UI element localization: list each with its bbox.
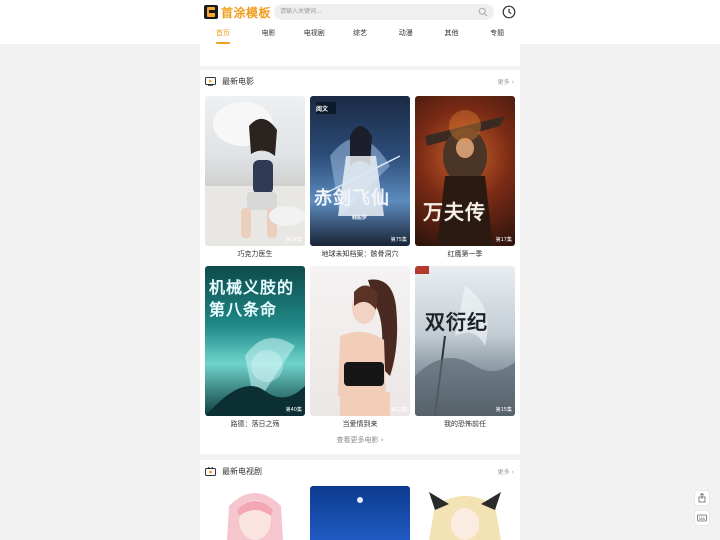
more-link[interactable]: 更多 ›	[498, 78, 514, 88]
movie-card[interactable]: 阅文 赤剑飞仙 韩甜梦 第75集 地球未知档案：骸骨洞穴	[310, 96, 410, 262]
movie-card[interactable]: 双衍纪 第15集 我的恐怖前任	[415, 266, 515, 432]
logo[interactable]: 首涂模板	[204, 4, 271, 20]
poster-brand: 阅文	[316, 106, 329, 113]
history-clock-icon[interactable]	[502, 5, 516, 19]
poster-title-line-2: 第八条命	[209, 300, 278, 319]
episode-badge: 第75集	[390, 237, 407, 243]
tv-poster[interactable]	[310, 486, 410, 540]
poster-title-text: 万夫传	[423, 200, 486, 224]
movie-poster[interactable]: 万夫传 第17集	[415, 96, 515, 246]
movie-poster[interactable]: 双衍纪 第15集	[415, 266, 515, 416]
poster-title-text: 双衍纪	[425, 310, 488, 334]
episode-badge: 第34集	[285, 237, 302, 243]
movie-title[interactable]: 巧克力医生	[205, 248, 305, 260]
episode-badge: 第12集	[390, 407, 407, 413]
movie-card[interactable]: 万夫传 第17集 红鹰第一季	[415, 96, 515, 262]
header: 首涂模板 请输入关键词... 首页 电影 电视剧 综艺 动漫 其他 专题	[0, 0, 720, 44]
more-label: 更多	[497, 469, 510, 476]
movie-title[interactable]: 当爱情到来	[310, 418, 410, 430]
movie-title[interactable]: 路德：落日之殇	[205, 418, 305, 430]
poster-art	[316, 102, 401, 216]
poster-art	[429, 492, 501, 540]
movie-title[interactable]: 我的恐怖前任	[415, 418, 515, 430]
nav-item-tv[interactable]: 电视剧	[291, 26, 337, 44]
main-nav: 首页 电影 电视剧 综艺 动漫 其他 专题	[200, 26, 520, 44]
top-card	[200, 44, 520, 66]
nav-item-home[interactable]: 首页	[200, 26, 246, 44]
nav-item-topics[interactable]: 专题	[474, 26, 520, 44]
tv-icon	[205, 467, 216, 476]
section-header: 最新电视剧 更多 ›	[200, 460, 520, 484]
more-label: 更多	[497, 79, 510, 86]
episode-badge: 第17集	[495, 237, 512, 243]
section-header: 最新电影 更多 ›	[200, 70, 520, 94]
movie-poster[interactable]: 阅文 赤剑飞仙 韩甜梦 第75集	[310, 96, 410, 246]
nav-item-other[interactable]: 其他	[429, 26, 475, 44]
header-inner: 首涂模板 请输入关键词... 首页 电影 电视剧 综艺 动漫 其他 专题	[200, 0, 520, 44]
poster-art	[357, 497, 363, 503]
poster-art	[205, 102, 305, 246]
search-input[interactable]: 请输入关键词...	[274, 4, 494, 20]
search-placeholder: 请输入关键词...	[280, 8, 322, 15]
movie-title[interactable]: 红鹰第一季	[415, 248, 515, 260]
section-latest-movies: 最新电影 更多 › 第34集 巧克力医生 阅文 赤剑飞仙 韩甜梦 第75集 地球…	[200, 70, 520, 454]
view-more-movies-link[interactable]: 查看更多电影 ›	[200, 434, 520, 446]
movie-card[interactable]: 第34集 巧克力医生	[205, 96, 305, 262]
poster-art	[415, 266, 515, 416]
episode-badge: 第40集	[285, 407, 302, 413]
section-title: 最新电视剧	[222, 467, 262, 476]
movie-poster[interactable]: 机械义肢的 第八条命 第40集	[205, 266, 305, 416]
movie-poster[interactable]: 第12集	[310, 266, 410, 416]
poster-title-line-1: 机械义肢的	[209, 278, 295, 297]
section-title: 最新电影	[222, 77, 254, 86]
poster-art	[227, 493, 283, 540]
logo-text: 首涂模板	[221, 5, 272, 20]
search-icon[interactable]	[478, 7, 488, 17]
share-icon[interactable]	[694, 490, 710, 506]
movie-card[interactable]: 第12集 当爱情到来	[310, 266, 410, 432]
poster-art	[338, 279, 398, 416]
more-link[interactable]: 更多 ›	[498, 468, 514, 478]
episode-badge: 第15集	[495, 407, 512, 413]
poster-title-text: 赤剑飞仙	[314, 188, 390, 209]
movie-poster[interactable]: 第34集	[205, 96, 305, 246]
tv-poster[interactable]	[415, 486, 515, 540]
nav-item-anime[interactable]: 动漫	[383, 26, 429, 44]
nav-item-variety[interactable]: 综艺	[337, 26, 383, 44]
movie-title[interactable]: 地球未知档案：骸骨洞穴	[310, 248, 410, 260]
keyboard-icon[interactable]	[694, 510, 710, 526]
section-latest-tv: 最新电视剧 更多 ›	[200, 460, 520, 540]
movie-icon	[205, 77, 216, 86]
nav-item-movies[interactable]: 电影	[246, 26, 292, 44]
poster-author: 韩甜梦	[352, 215, 368, 221]
movie-card[interactable]: 机械义肢的 第八条命 第40集 路德：落日之殇	[205, 266, 305, 432]
view-more-label: 查看更多电影	[336, 436, 379, 444]
logo-icon	[204, 5, 218, 19]
tv-poster[interactable]	[205, 486, 305, 540]
